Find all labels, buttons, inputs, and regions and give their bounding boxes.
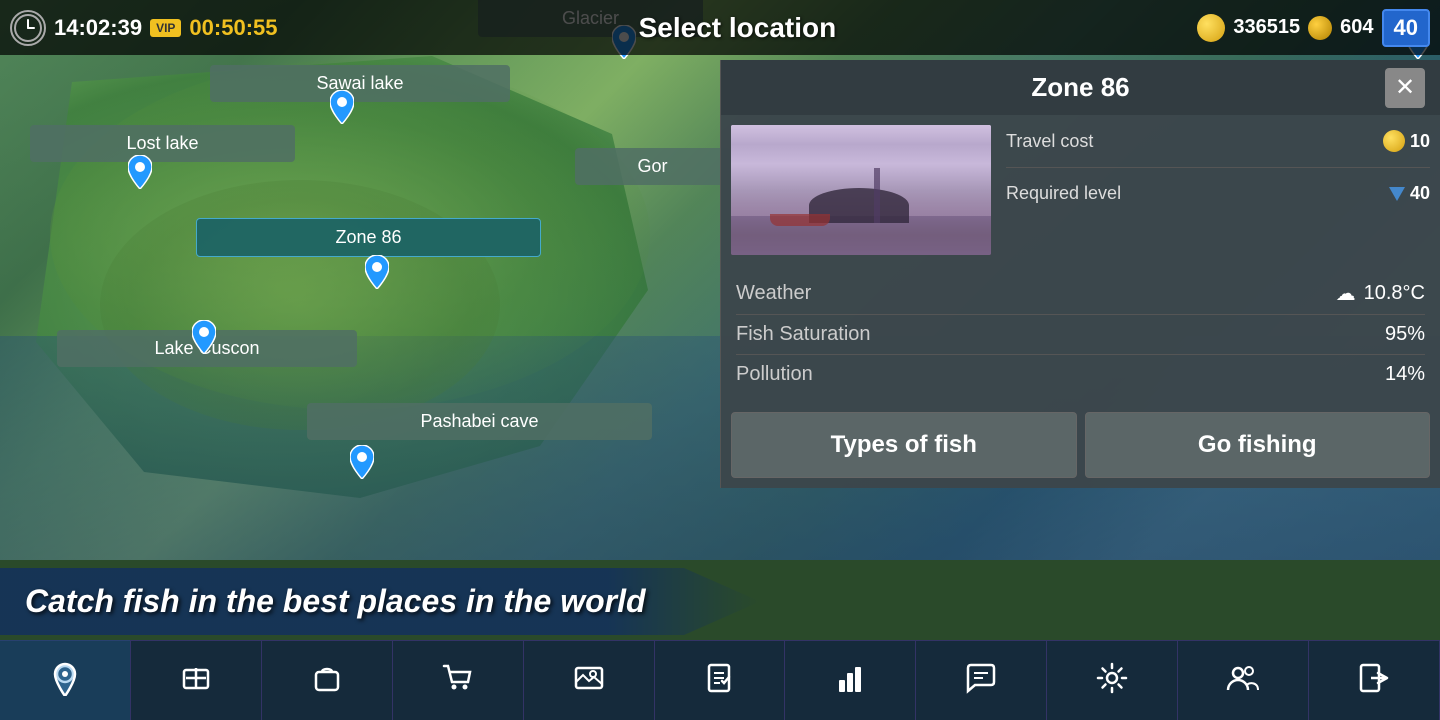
current-time: 14:02:39 [54, 15, 142, 41]
location-zone-86[interactable]: Zone 86 [196, 218, 541, 257]
nav-item-map[interactable] [0, 640, 131, 720]
nav-item-friends[interactable] [1178, 640, 1309, 720]
travel-cost-value: 10 [1383, 130, 1430, 152]
weather-row: Weather ☁ 10.8°C [736, 273, 1425, 315]
zone-panel-header: Zone 86 ✕ [721, 60, 1440, 115]
gem-icon [1308, 16, 1332, 40]
nav-item-stats[interactable] [785, 640, 916, 720]
clock-icon [10, 10, 46, 46]
action-buttons-row: Types of fish Go fishing [721, 402, 1440, 488]
zone-stats-panel: Travel cost 10 Required level 40 [1006, 125, 1430, 255]
map-icon [47, 660, 83, 701]
tasks-icon [701, 660, 737, 701]
pin-cuscon [192, 320, 216, 354]
location-pashabei-cave[interactable]: Pashabei cave [307, 403, 652, 440]
nav-item-shop[interactable] [393, 640, 524, 720]
zone-image-tower [874, 168, 880, 223]
nav-items-container [0, 640, 1440, 720]
fish-saturation-label: Fish Saturation [736, 323, 871, 346]
settings-icon [1094, 660, 1130, 701]
pin-pashabei [350, 445, 374, 479]
zone-detail-panel: Zone 86 ✕ Travel cost 10 [720, 60, 1440, 488]
nav-item-exit[interactable] [1309, 640, 1440, 720]
bag-icon [309, 660, 345, 701]
bottom-navigation-bar [0, 640, 1440, 720]
weather-value: ☁ 10.8°C [1336, 281, 1425, 306]
location-gor[interactable]: Gor [575, 148, 730, 185]
nav-item-tasks[interactable] [655, 640, 786, 720]
required-level-row: Required level 40 [1006, 178, 1430, 209]
nav-item-settings[interactable] [1047, 640, 1178, 720]
fish-saturation-row: Fish Saturation 95% [736, 315, 1425, 355]
nav-item-chat[interactable] [916, 640, 1047, 720]
slogan-text: Catch fish in the best places in the wor… [25, 583, 646, 619]
coins-amount: 336515 [1233, 16, 1300, 39]
zone-panel-title: Zone 86 [1031, 72, 1129, 103]
gems-amount: 604 [1340, 16, 1373, 39]
pin-sawai [330, 90, 354, 124]
coin-icon-large [1197, 14, 1225, 42]
market-icon [178, 660, 214, 701]
pin-zone86 [365, 255, 389, 289]
location-sawai-lake[interactable]: Sawai lake [210, 65, 510, 102]
types-of-fish-button[interactable]: Types of fish [731, 412, 1077, 478]
cart-icon [440, 660, 476, 701]
countdown-timer: 00:50:55 [189, 15, 277, 41]
divider-1 [1006, 167, 1430, 168]
bottom-slogan-banner: Catch fish in the best places in the wor… [0, 568, 760, 635]
pollution-label: Pollution [736, 363, 813, 386]
header-bar: 14:02:39 VIP 00:50:55 Select location 33… [0, 0, 1440, 55]
cloud-icon: ☁ [1336, 281, 1356, 306]
level-arrow-icon [1389, 187, 1405, 201]
location-lost-lake[interactable]: Lost lake [30, 125, 295, 162]
pollution-value: 14% [1385, 363, 1425, 386]
required-level-value: 40 [1389, 183, 1430, 204]
travel-cost-coin-icon [1383, 130, 1405, 152]
header-right: 336515 604 40 [1197, 9, 1430, 47]
close-panel-button[interactable]: ✕ [1385, 68, 1425, 108]
vip-badge: VIP [150, 19, 181, 37]
zone-panel-content: Travel cost 10 Required level 40 [721, 115, 1440, 265]
level-badge: 40 [1382, 9, 1430, 47]
friends-icon [1225, 660, 1261, 701]
pin-lost-lake [128, 155, 152, 189]
zone-detail-rows: Weather ☁ 10.8°C Fish Saturation 95% Pol… [721, 265, 1440, 402]
chat-icon [963, 660, 999, 701]
nav-item-market[interactable] [131, 640, 262, 720]
zone-preview-image [731, 125, 991, 255]
weather-label: Weather [736, 282, 811, 305]
select-location-title: Select location [639, 12, 837, 44]
header-center: Select location [278, 12, 1198, 44]
nav-item-bag[interactable] [262, 640, 393, 720]
fish-saturation-value: 95% [1385, 323, 1425, 346]
go-fishing-button[interactable]: Go fishing [1085, 412, 1431, 478]
pollution-row: Pollution 14% [736, 355, 1425, 394]
gallery-icon [571, 660, 607, 701]
header-left: 14:02:39 VIP 00:50:55 [10, 10, 278, 46]
exit-icon [1356, 660, 1392, 701]
nav-item-gallery[interactable] [524, 640, 655, 720]
travel-cost-label: Travel cost [1006, 131, 1093, 152]
required-level-label: Required level [1006, 183, 1121, 204]
travel-cost-row: Travel cost 10 [1006, 125, 1430, 157]
stats-icon [832, 660, 868, 701]
